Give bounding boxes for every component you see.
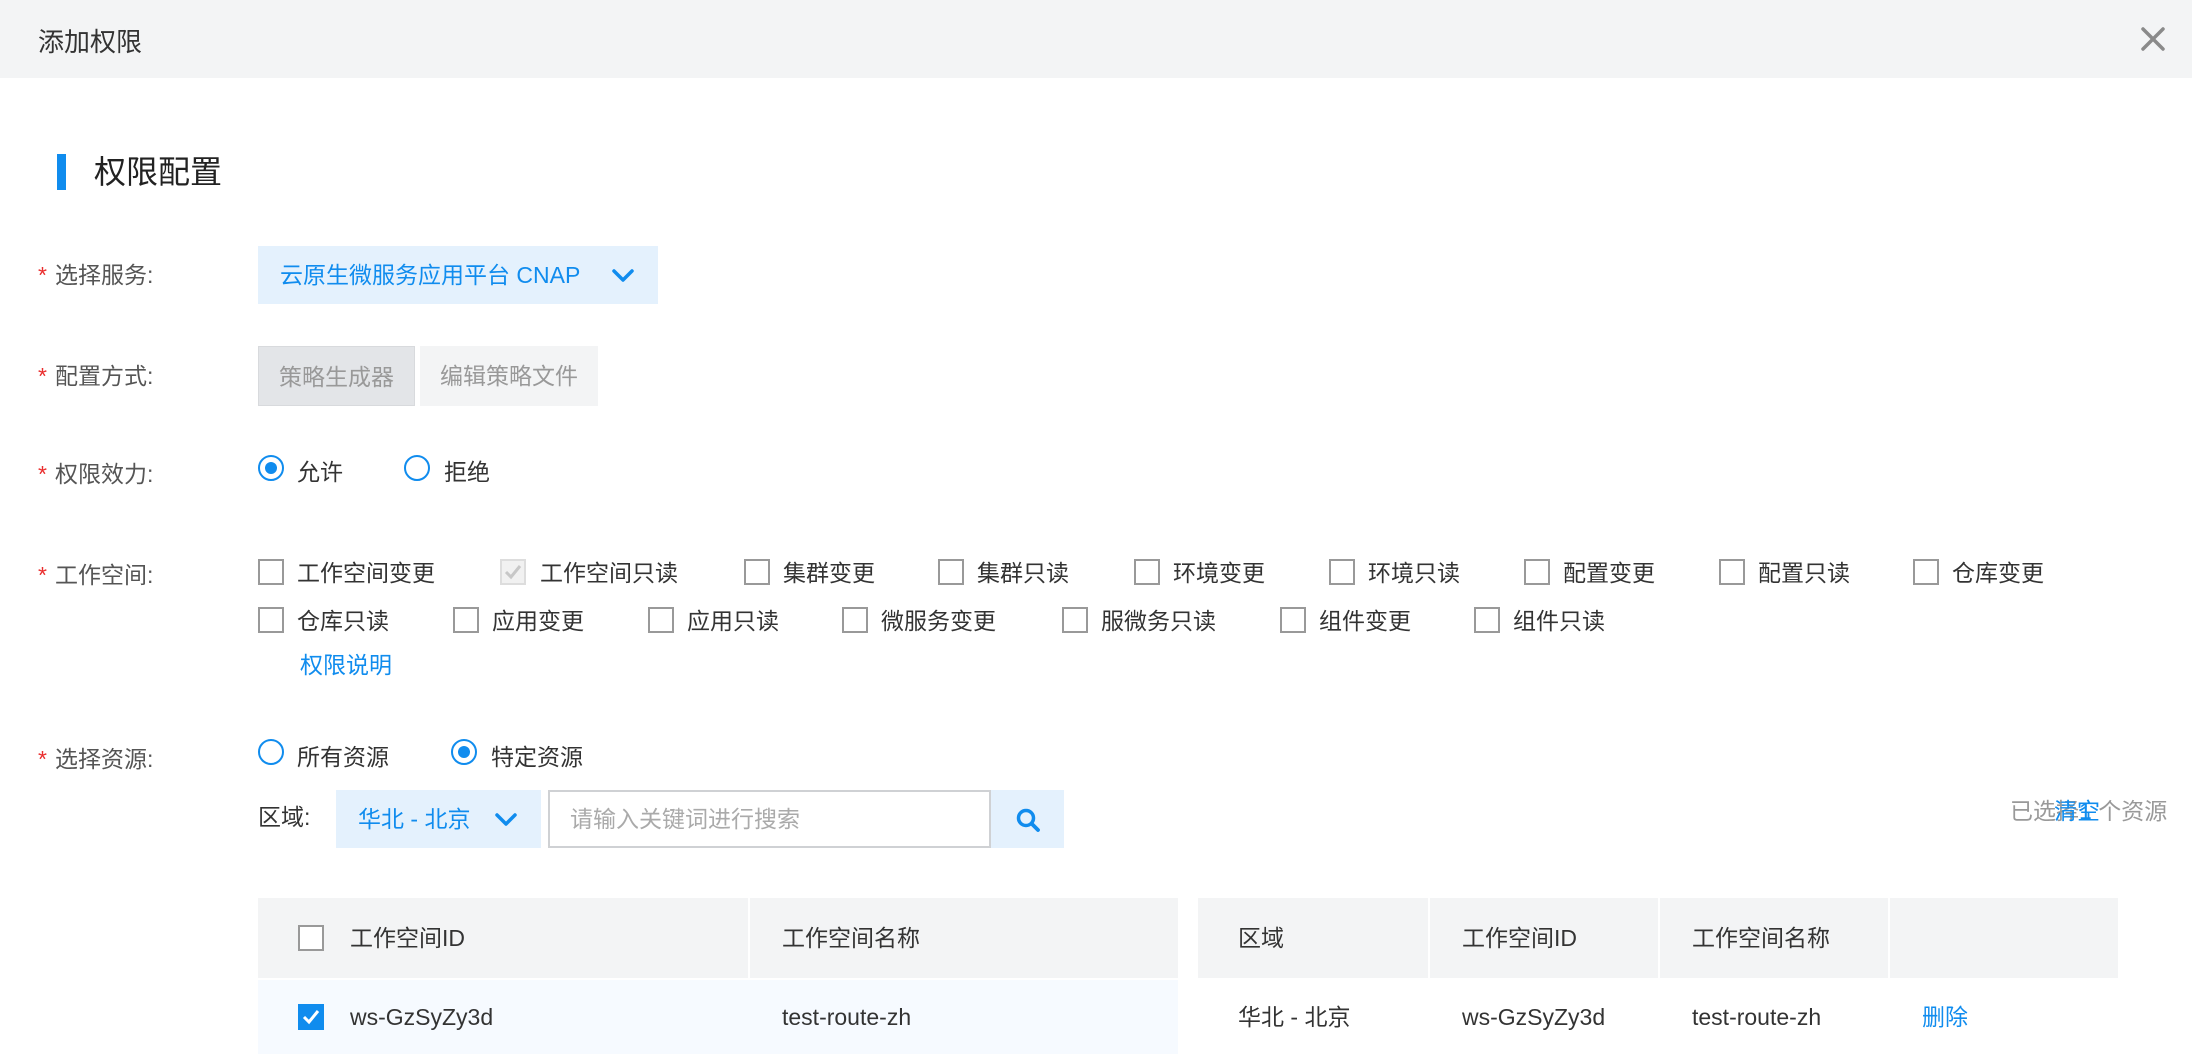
right-table-header: 区域 工作空间ID 工作空间名称 [1198, 898, 2118, 978]
effect-allow-label: 允许 [297, 459, 343, 485]
row-checkbox[interactable] [298, 1004, 324, 1030]
perm-label: 仓库变更 [1952, 560, 2044, 586]
resource-label: * 选择资源: [38, 744, 153, 774]
perm-checkbox-cluster-change[interactable] [744, 559, 770, 585]
perm-label: 仓库只读 [297, 608, 389, 634]
cell-workspace-id: ws-GzSyZy3d [1462, 1004, 1606, 1030]
perm-checkbox-app-change[interactable] [453, 607, 479, 633]
config-mode-label: * 配置方式: [38, 361, 153, 391]
perm-label: 组件只读 [1513, 608, 1605, 634]
perm-label: 服微务只读 [1101, 608, 1216, 634]
cell-region: 华北 - 北京 [1238, 1004, 1351, 1030]
required-mark: * [38, 262, 47, 288]
table-row[interactable]: ws-GzSyZy3d test-route-zh [258, 980, 1178, 1054]
perm-label: 应用变更 [492, 608, 584, 634]
perm-label: 应用只读 [687, 608, 779, 634]
perm-checkbox-cluster-readonly[interactable] [938, 559, 964, 585]
region-select[interactable]: 华北 - 北京 [336, 790, 541, 848]
perm-label: 集群变更 [783, 560, 875, 586]
resource-specific-radio[interactable] [451, 739, 477, 765]
dialog-header: 添加权限 [0, 0, 2192, 78]
perm-label: 环境只读 [1368, 560, 1460, 586]
chevron-down-icon [612, 269, 634, 282]
resource-all-label: 所有资源 [297, 744, 389, 770]
cell-workspace-name: test-route-zh [1692, 1004, 1822, 1030]
perm-checkbox-env-change[interactable] [1134, 559, 1160, 585]
table-row: 华北 - 北京 ws-GzSyZy3d test-route-zh 删除 [1198, 980, 2118, 1054]
perm-label: 工作空间变更 [297, 560, 435, 586]
effect-deny-label: 拒绝 [444, 459, 490, 485]
select-all-checkbox[interactable] [298, 925, 324, 951]
column-header-workspace-id: 工作空间ID [350, 925, 465, 951]
resource-all-radio[interactable] [258, 739, 284, 765]
perm-label: 配置变更 [1563, 560, 1655, 586]
column-separator [1888, 898, 1890, 978]
check-icon [302, 1010, 320, 1025]
effect-allow-radio[interactable] [258, 455, 284, 481]
perm-checkbox-config-change[interactable] [1524, 559, 1550, 585]
perm-checkbox-repo-readonly[interactable] [258, 607, 284, 633]
perm-label: 工作空间只读 [540, 560, 678, 586]
region-label: 区域: [258, 804, 311, 830]
service-select[interactable]: 云原生微服务应用平台 CNAP [258, 246, 658, 304]
cell-workspace-id: ws-GzSyZy3d [350, 1004, 494, 1030]
search-input[interactable] [548, 790, 991, 848]
left-table-header: 工作空间ID 工作空间名称 [258, 898, 1178, 978]
perm-label: 配置只读 [1758, 560, 1850, 586]
config-mode-label-text: 配置方式: [54, 363, 154, 389]
config-mode-policy-generator[interactable]: 策略生成器 [258, 346, 415, 406]
perm-label: 环境变更 [1173, 560, 1265, 586]
resource-specific-label: 特定资源 [491, 744, 583, 770]
close-icon[interactable] [2136, 22, 2170, 56]
workspace-label-text: 工作空间: [54, 562, 154, 588]
perm-label: 微服务变更 [881, 608, 996, 634]
resource-label-text: 选择资源: [54, 746, 154, 772]
perm-checkbox-config-readonly[interactable] [1719, 559, 1745, 585]
effect-label: * 权限效力: [38, 459, 153, 489]
perm-checkbox-repo-change[interactable] [1913, 559, 1939, 585]
config-mode-edit-policy-file[interactable]: 编辑策略文件 [420, 346, 598, 406]
column-header-workspace-id: 工作空间ID [1462, 925, 1577, 951]
perm-checkbox-microservice-change[interactable] [842, 607, 868, 633]
permission-help-link[interactable]: 权限说明 [300, 650, 392, 680]
required-mark: * [38, 562, 47, 588]
service-label: * 选择服务: [38, 260, 153, 290]
search-icon [1016, 808, 1040, 832]
required-mark: * [38, 461, 47, 487]
section-accent-bar [57, 154, 66, 190]
service-select-value: 云原生微服务应用平台 CNAP [280, 262, 581, 288]
clear-selection-link[interactable]: 清空 [2054, 796, 2100, 826]
column-header-workspace-name: 工作空间名称 [782, 925, 920, 951]
perm-checkbox-app-readonly[interactable] [648, 607, 674, 633]
perm-checkbox-workspace-readonly [500, 559, 526, 585]
column-separator [1428, 898, 1430, 978]
service-label-text: 选择服务: [54, 262, 154, 288]
perm-checkbox-env-readonly[interactable] [1329, 559, 1355, 585]
section-title: 权限配置 [94, 154, 223, 190]
perm-checkbox-component-change[interactable] [1280, 607, 1306, 633]
region-select-value: 华北 - 北京 [358, 806, 471, 832]
required-mark: * [38, 746, 47, 772]
cell-workspace-name: test-route-zh [782, 1004, 912, 1030]
perm-checkbox-workspace-change[interactable] [258, 559, 284, 585]
column-header-workspace-name: 工作空间名称 [1692, 925, 1830, 951]
chevron-down-icon [495, 813, 517, 826]
check-icon [504, 565, 522, 580]
delete-link[interactable]: 删除 [1922, 980, 1968, 1054]
effect-label-text: 权限效力: [54, 461, 154, 487]
selected-suffix: 个资源 [2098, 798, 2168, 824]
perm-label: 组件变更 [1319, 608, 1411, 634]
column-separator [748, 898, 750, 978]
workspace-label: * 工作空间: [38, 560, 153, 590]
perm-checkbox-component-readonly[interactable] [1474, 607, 1500, 633]
column-header-region: 区域 [1238, 925, 1284, 951]
dialog-title: 添加权限 [38, 27, 143, 57]
perm-label: 集群只读 [977, 560, 1069, 586]
perm-checkbox-microservice-readonly[interactable] [1062, 607, 1088, 633]
effect-deny-radio[interactable] [404, 455, 430, 481]
search-button[interactable] [991, 790, 1064, 848]
column-separator [1658, 898, 1660, 978]
required-mark: * [38, 363, 47, 389]
